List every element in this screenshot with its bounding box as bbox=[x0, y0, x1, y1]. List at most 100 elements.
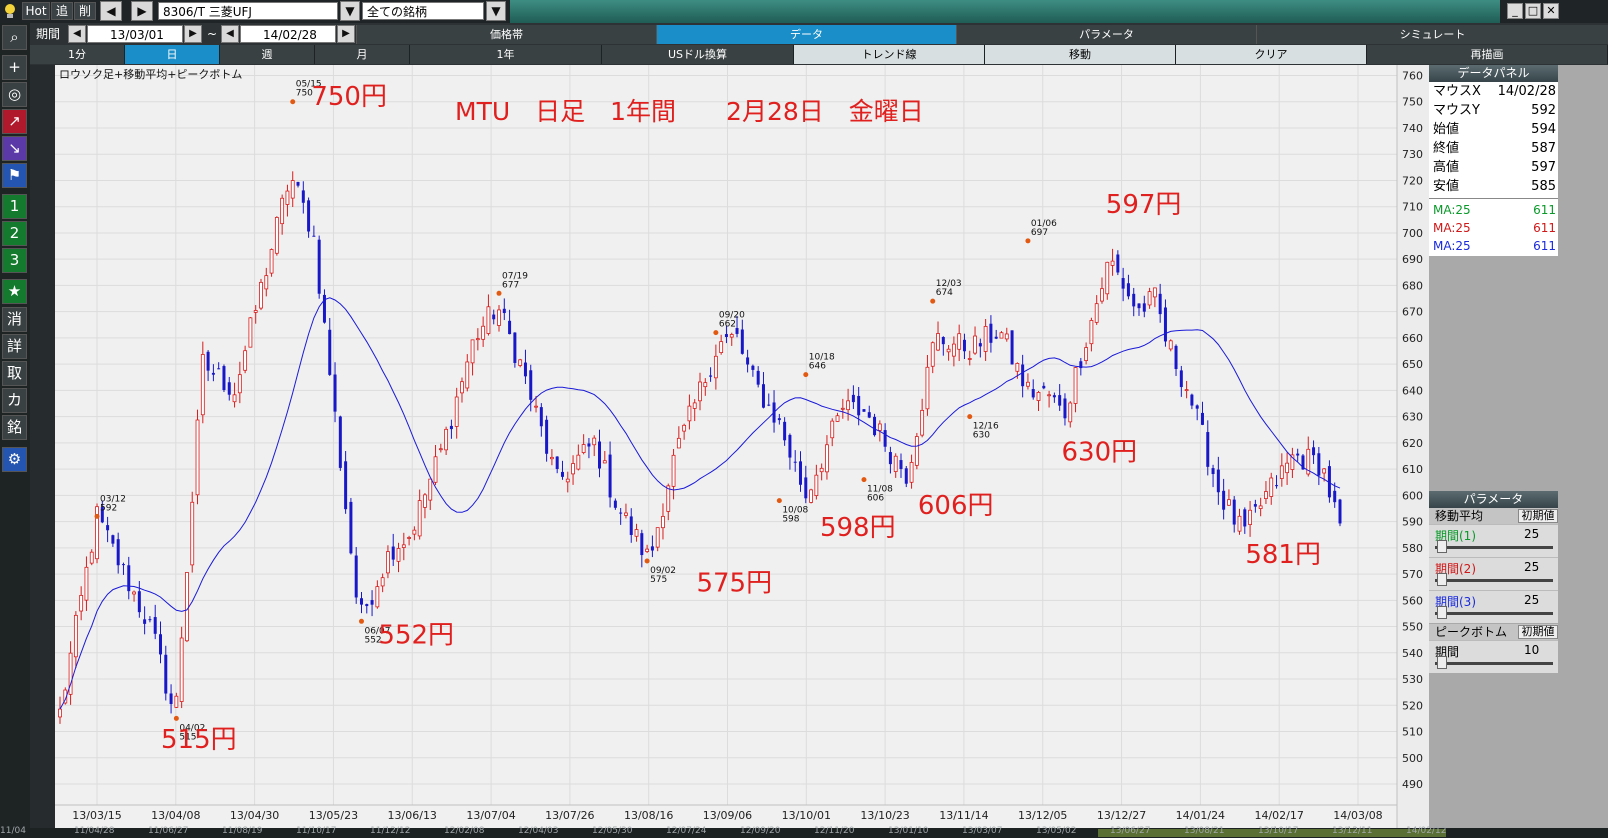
slot-1-button[interactable]: 1 bbox=[2, 194, 27, 219]
y-tick-label: 660 bbox=[1402, 332, 1423, 345]
peak-reset-button[interactable]: 初期値 bbox=[1518, 625, 1558, 639]
x-tick-label: 13/05/23 bbox=[309, 809, 358, 822]
bottom-scroll-strip[interactable]: 11/04 11/04/28 11/06/27 11/08/19 11/10/17 11/… bbox=[0, 826, 1608, 838]
period-end-prev[interactable]: ◀ bbox=[221, 25, 239, 43]
candle-body bbox=[190, 501, 195, 566]
peak-period-value: 10 bbox=[1524, 643, 1540, 657]
search-icon[interactable]: ⌕ bbox=[2, 25, 27, 50]
tab-clear[interactable]: クリア bbox=[1176, 45, 1367, 64]
candle-body bbox=[307, 200, 311, 232]
tab-monthly[interactable]: 月 bbox=[315, 45, 410, 64]
tab-price-band[interactable]: 価格帯 bbox=[356, 25, 656, 44]
candle-body bbox=[1126, 283, 1130, 297]
lightbulb-icon[interactable] bbox=[3, 3, 17, 20]
slider-knob[interactable] bbox=[1437, 656, 1447, 669]
chart-purple-icon[interactable]: ↘ bbox=[2, 136, 27, 161]
candle-body bbox=[1333, 490, 1337, 503]
candlestick-chart[interactable]: 4904905005005105105205205305305405405505… bbox=[55, 65, 1429, 838]
period-start-input[interactable]: 13/03/01 bbox=[87, 25, 183, 43]
candle-body bbox=[1047, 394, 1051, 397]
slider-knob[interactable] bbox=[1437, 540, 1447, 553]
tab-parameter[interactable]: パラメータ bbox=[956, 25, 1256, 44]
ka-button[interactable]: カ bbox=[2, 388, 27, 413]
candle-body bbox=[703, 382, 708, 388]
tab-usd[interactable]: USドル換算 bbox=[602, 45, 794, 64]
period-start-next[interactable]: ▶ bbox=[184, 25, 202, 43]
detail-button[interactable]: 詳 bbox=[2, 334, 27, 359]
y-tick-label: 640 bbox=[1402, 384, 1423, 397]
candle-body bbox=[1110, 260, 1115, 266]
candle-body bbox=[1021, 364, 1025, 387]
ma-period-slider[interactable]: 期間(1) 25 bbox=[1429, 524, 1558, 557]
candle-body bbox=[1232, 499, 1236, 525]
candle-body bbox=[1132, 293, 1136, 307]
symbol-input[interactable]: 8306/T 三菱UFJ bbox=[158, 2, 338, 20]
candle-body bbox=[550, 456, 554, 460]
settings-gear-icon[interactable]: ⚙ bbox=[2, 447, 27, 472]
close-button[interactable]: ✕ bbox=[1543, 3, 1559, 19]
peak-marker bbox=[713, 330, 719, 336]
maximize-button[interactable]: □ bbox=[1525, 3, 1541, 19]
tab-trendline[interactable]: トレンド線 bbox=[794, 45, 985, 64]
candle-body bbox=[428, 478, 433, 501]
candle-body bbox=[296, 181, 300, 186]
peak-marker bbox=[358, 618, 364, 624]
camera-icon[interactable]: ◎ bbox=[2, 82, 27, 107]
category-select[interactable]: 全ての銘柄 bbox=[362, 2, 484, 20]
period-end-input[interactable]: 14/02/28 bbox=[240, 25, 336, 43]
slot-3-button[interactable]: 3 bbox=[2, 248, 27, 273]
candle-body bbox=[581, 444, 586, 453]
candle-body bbox=[719, 341, 724, 353]
slider-knob[interactable] bbox=[1437, 606, 1447, 619]
tab-data[interactable]: データ bbox=[656, 25, 956, 44]
erase-button[interactable]: 消 bbox=[2, 307, 27, 332]
minimize-button[interactable]: _ bbox=[1507, 3, 1523, 19]
tab-1year[interactable]: 1年 bbox=[410, 45, 602, 64]
prev-symbol-button[interactable]: ◀ bbox=[100, 1, 122, 21]
period-end-next[interactable]: ▶ bbox=[337, 25, 355, 43]
chart-red-icon[interactable]: ↗ bbox=[2, 109, 27, 134]
scroll-date-label: 11/04 bbox=[0, 826, 26, 836]
scroll-date-label: 11/08/19 bbox=[222, 826, 263, 836]
trade-button[interactable]: 取 bbox=[2, 361, 27, 386]
tab-move[interactable]: 移動 bbox=[985, 45, 1176, 64]
x-tick-label: 14/03/08 bbox=[1333, 809, 1382, 822]
scroll-date-label: 13/08/21 bbox=[1184, 826, 1225, 836]
ma-row-value: 611 bbox=[1533, 221, 1556, 235]
y-tick-label: 730 bbox=[1402, 148, 1423, 161]
slot-2-button[interactable]: 2 bbox=[2, 221, 27, 246]
candle-body bbox=[1121, 278, 1125, 289]
add-button[interactable]: 追 bbox=[51, 2, 73, 20]
next-symbol-button[interactable]: ▶ bbox=[131, 1, 153, 21]
tab-simulate[interactable]: シミュレート bbox=[1256, 25, 1608, 44]
tab-weekly[interactable]: 週 bbox=[220, 45, 315, 64]
tab-1min[interactable]: 1分 bbox=[30, 45, 125, 64]
peak-period-slider[interactable]: 期間 10 bbox=[1429, 640, 1558, 673]
ma-period-slider[interactable]: 期間(3) 25 bbox=[1429, 590, 1558, 623]
delete-button[interactable]: 削 bbox=[74, 2, 96, 20]
flag-icon[interactable]: ⚑ bbox=[2, 163, 27, 188]
y-tick-label: 670 bbox=[1402, 306, 1423, 319]
candle-body bbox=[354, 555, 358, 598]
slider-knob[interactable] bbox=[1437, 573, 1447, 586]
period-row: 期間 ◀ 13/03/01 ▶ ~ ◀ 14/02/28 ▶ 価格帯 データ パ… bbox=[30, 23, 1608, 44]
candle-body bbox=[920, 409, 925, 436]
star-icon[interactable]: ★ bbox=[2, 279, 27, 304]
candle-body bbox=[148, 619, 152, 621]
candle-body bbox=[1184, 389, 1189, 392]
period-start-prev[interactable]: ◀ bbox=[68, 25, 86, 43]
scroll-date-label: 12/05/30 bbox=[592, 826, 633, 836]
ma-reset-button[interactable]: 初期値 bbox=[1518, 509, 1558, 523]
candle-body bbox=[682, 424, 687, 432]
tab-redraw[interactable]: 再描画 bbox=[1367, 45, 1608, 64]
candle-body bbox=[576, 454, 581, 470]
crosshair-icon[interactable]: + bbox=[2, 55, 27, 80]
ma-period-slider[interactable]: 期間(2) 25 bbox=[1429, 557, 1558, 590]
symbol-button[interactable]: 銘 bbox=[2, 415, 27, 440]
symbol-dropdown-button[interactable]: ▼ bbox=[340, 1, 360, 21]
tab-daily[interactable]: 日 bbox=[125, 45, 220, 64]
ma-period-value: 25 bbox=[1524, 593, 1540, 607]
category-dropdown-button[interactable]: ▼ bbox=[486, 1, 506, 21]
candle-body bbox=[492, 314, 496, 320]
hot-button[interactable]: Hot bbox=[22, 2, 50, 20]
